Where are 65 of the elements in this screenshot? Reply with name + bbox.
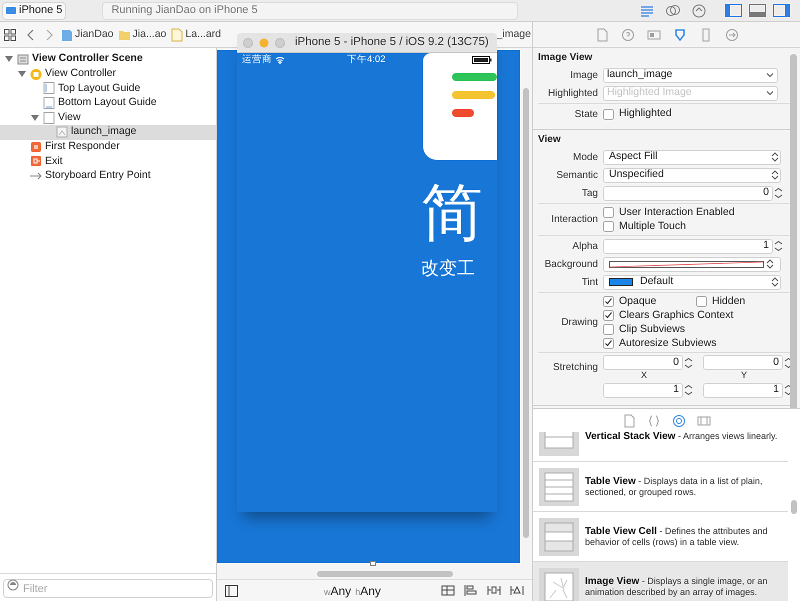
size-class-control[interactable]: wAny	[324, 582, 352, 600]
tint-popup[interactable]: Default	[603, 274, 781, 290]
library-item[interactable]: Table View - Displays data in a list of plain, sectioned, or grouped rows.	[533, 462, 788, 512]
breadcrumb-item[interactable]: JianDao	[60, 26, 114, 42]
library-description: Table View - Displays data in a list of plain, sectioned, or grouped rows.	[585, 476, 764, 498]
field-label: State	[574, 108, 598, 120]
outline-item[interactable]: Top Layout Guide	[0, 81, 216, 96]
field-caption: Y	[740, 370, 748, 380]
field-label: Tint	[582, 276, 598, 288]
clock-label: 下午4:02	[347, 53, 386, 67]
checkbox-label[interactable]: User Interaction Enabled	[619, 204, 735, 220]
app-slogan: 改变工	[421, 257, 475, 279]
checkbox-label[interactable]: Clip Subviews	[619, 322, 685, 338]
checkbox-label[interactable]: Opaque	[619, 294, 656, 310]
outline-item[interactable]: Storyboard Entry Point	[0, 168, 216, 184]
outline-item[interactable]: View	[0, 110, 216, 125]
library-description: Vertical Stack View - Arranges views linearly.	[585, 432, 778, 442]
outline-item[interactable]: Exit	[0, 154, 216, 169]
library-description: Table View Cell - Defines the attributes and behavior of cells (rows) in a table view.	[585, 526, 768, 548]
section-header: View	[537, 132, 562, 146]
field-caption: X	[640, 370, 648, 380]
field-label: Tag	[582, 188, 598, 198]
breadcrumb-item[interactable]: Jia...ao	[118, 26, 166, 42]
carrier-label: 运营商	[242, 53, 272, 67]
checkbox-label[interactable]: Hidden	[712, 294, 746, 310]
combo-box[interactable]: Highlighted Image	[603, 86, 778, 101]
number-field[interactable]: 0	[603, 186, 773, 200]
popup-button[interactable]: Aspect Fill	[603, 150, 781, 164]
field-label: Alpha	[572, 240, 598, 252]
scheme-selector[interactable]: iPhone 5	[2, 2, 66, 20]
number-field[interactable]: 0	[603, 355, 683, 370]
field-label: Drawing	[561, 317, 598, 328]
breadcrumb-item[interactable]: _image	[496, 26, 531, 42]
library-item[interactable]: Image View - Displays a single image, or an animation described by an array of images.	[533, 562, 788, 601]
outline-item[interactable]: launch_image	[0, 124, 216, 140]
app-headline: 简	[421, 179, 483, 249]
outline-item[interactable]: Bottom Layout Guide	[0, 96, 216, 110]
activity-status: Running JianDao on iPhone 5	[102, 2, 518, 20]
number-field[interactable]: 1	[603, 238, 773, 254]
outline-item[interactable]: View Controller Scene	[0, 52, 216, 67]
breadcrumb-item[interactable]: La...ard	[170, 26, 221, 42]
outline-item[interactable]: First Responder	[0, 140, 216, 154]
filter-field[interactable]: Filter	[3, 579, 213, 598]
window-title: iPhone 5 - iPhone 5 / iOS 9.2 (13C75)	[295, 34, 489, 50]
number-field[interactable]: 0	[703, 355, 783, 370]
size-class-control[interactable]: hAny	[355, 582, 381, 600]
outline-item[interactable]: View Controller	[0, 66, 216, 82]
field-label: Semantic	[556, 170, 598, 180]
field-label: Mode	[572, 152, 598, 162]
field-label: Interaction	[551, 214, 598, 225]
field-label: Background	[544, 258, 598, 270]
field-label: Stretching	[552, 362, 598, 373]
checkbox-label[interactable]: Autoresize Subviews	[619, 336, 716, 352]
checkbox-label[interactable]: Multiple Touch	[619, 218, 686, 234]
checkbox-label[interactable]: Clears Graphics Context	[619, 308, 734, 324]
number-field[interactable]: 1	[703, 382, 783, 398]
field-label: Image	[570, 70, 598, 80]
library-item[interactable]: Vertical Stack View - Arranges views linearly.	[533, 432, 788, 462]
checkbox-label[interactable]: Highlighted	[619, 106, 672, 122]
section-header: Image View	[537, 50, 594, 64]
combo-box[interactable]: launch_image	[603, 68, 778, 83]
popup-button[interactable]: Unspecified	[603, 168, 781, 182]
number-field[interactable]: 1	[603, 382, 683, 398]
field-label: Highlighted	[548, 88, 598, 98]
library-description: Image View - Displays a single image, or an animation described by an array of images.	[585, 576, 768, 598]
